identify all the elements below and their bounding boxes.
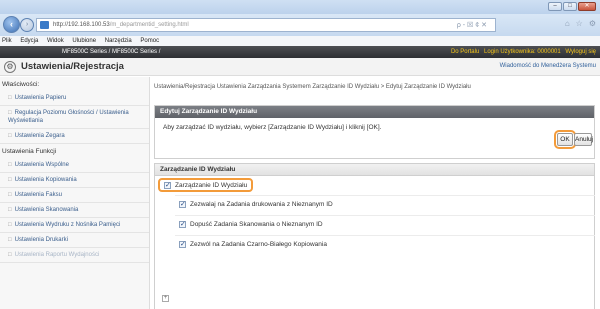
divider — [175, 215, 595, 216]
maximize-button[interactable]: □ — [563, 2, 577, 11]
department-id-label: Zarządzanie ID Wydziału — [175, 181, 248, 189]
sidebar-item-label: Ustawienia Raportu Wydajności — [14, 252, 100, 258]
settings-icon: ⚙ — [4, 61, 16, 73]
favorites-star-icon[interactable]: ☆ — [576, 19, 583, 28]
divider — [175, 195, 595, 196]
menu-view[interactable]: Widok — [47, 38, 64, 44]
portal-link[interactable]: Do Portalu — [451, 49, 479, 55]
menu-edit[interactable]: Edycja — [20, 38, 38, 44]
main-content: Ustawienia/Rejestracja Ustawienia Zarząd… — [150, 77, 600, 309]
bullet-icon: □ — [8, 192, 12, 198]
forward-button[interactable]: › — [20, 18, 34, 32]
bullet-icon: □ — [8, 237, 12, 243]
edit-panel: Edytuj Zarządzanie ID Wydziału Aby zarzą… — [154, 105, 595, 159]
allow-unknown-scan-option[interactable]: Dopuść Zadania Skanowania o Nieznanym ID — [179, 220, 323, 228]
department-id-panel: Zarządzanie ID Wydziału Zarządzanie ID W… — [154, 163, 595, 309]
browser-menubar: Plik Edycja Widok Ulubione Narzędzia Pom… — [0, 36, 600, 46]
sidebar-item-label: Ustawienia Drukarki — [14, 237, 68, 243]
url-path: /m_departmentid_setting.html — [109, 22, 189, 28]
bullet-icon: □ — [8, 252, 12, 258]
menu-file[interactable]: Plik — [2, 38, 12, 44]
expand-icon[interactable]: + — [162, 295, 169, 302]
page-header: ⚙ Ustawienia/Rejestracja Wiadomość do Me… — [0, 58, 600, 76]
back-button[interactable]: ‹ — [3, 16, 20, 33]
window-titlebar: – □ ✕ — [0, 0, 600, 14]
department-id-checkbox[interactable] — [164, 181, 171, 189]
allow-unknown-scan-label: Dopuść Zadania Skanowania o Nieznanym ID — [190, 221, 323, 228]
close-window-button[interactable]: ✕ — [578, 2, 596, 11]
allow-bw-copy-checkbox[interactable] — [179, 240, 186, 248]
bullet-icon: □ — [8, 95, 12, 101]
bullet-icon: □ — [8, 207, 12, 213]
cancel-button[interactable]: Anuluj — [574, 133, 593, 146]
menu-favorites[interactable]: Ulubione — [72, 38, 96, 44]
menu-tools[interactable]: Narzędzia — [105, 38, 132, 44]
allow-unknown-print-label: Zezwalaj na Zadania drukowania z Nieznan… — [190, 201, 333, 208]
sidebar-group-functions: Ustawienia Funkcji — [2, 148, 57, 155]
settings-gear-icon[interactable]: ⚙ — [589, 19, 596, 28]
allow-bw-copy-label: Zezwól na Zadania Czarno-Białego Kopiowa… — [190, 241, 327, 248]
admin-message-link[interactable]: Wiadomość do Menedżera Systemu — [500, 63, 596, 69]
bullet-icon: □ — [8, 162, 12, 168]
sidebar-group-properties: Właściwości: — [2, 81, 40, 88]
logout-link[interactable]: Wyloguj się — [565, 49, 596, 55]
breadcrumb: Ustawienia/Rejestracja Ustawienia Zarząd… — [154, 84, 471, 90]
allow-unknown-scan-checkbox[interactable] — [179, 220, 186, 228]
sidebar-item-clock[interactable]: □ Ustawienia Zegara — [0, 129, 149, 144]
sidebar-item-label: Ustawienia Skanowania — [14, 207, 79, 213]
browser-toolbar-icons: ⌂ ☆ ⚙ — [565, 19, 596, 28]
sidebar-item-label: Ustawienia Zegara — [14, 133, 65, 139]
device-model: MF8500C Series / MF8500C Series / — [62, 49, 161, 55]
sidebar-item-label: Ustawienia Papieru — [14, 95, 67, 101]
url-field[interactable]: http://192.168.100.53/m_departmentid_set… — [36, 18, 496, 32]
allow-unknown-print-option[interactable]: Zezwalaj na Zadania drukowania z Nieznan… — [179, 200, 333, 208]
bullet-icon: □ — [8, 133, 12, 139]
allow-bw-copy-option[interactable]: Zezwól na Zadania Czarno-Białego Kopiowa… — [179, 240, 327, 248]
page-title: Ustawienia/Rejestracja — [21, 61, 124, 72]
bullet-icon: □ — [8, 177, 12, 183]
header-links: Do Portalu Login Użytkownika: 0000001 Wy… — [448, 46, 596, 58]
sidebar-item-scan[interactable]: □ Ustawienia Skanowania — [0, 203, 149, 218]
department-id-management-option[interactable]: Zarządzanie ID Wydziału — [158, 178, 254, 192]
sidebar-item-fax[interactable]: □ Ustawienia Faksu — [0, 188, 149, 203]
sidebar-item-label: Ustawienia Wydruku z Nośnika Pamięci — [14, 222, 121, 228]
sidebar-item-common[interactable]: □ Ustawienia Wspólne — [0, 158, 149, 173]
instruction-text: Aby zarządzać ID wydziału, wybierz [Zarz… — [163, 124, 382, 131]
address-bar-area: ‹ › http://192.168.100.53/m_departmentid… — [0, 14, 600, 36]
sidebar-item-paper[interactable]: □ Ustawienia Papieru — [0, 91, 149, 106]
url-host: http://192.168.100.53 — [53, 22, 110, 28]
divider — [175, 235, 595, 236]
menu-help[interactable]: Pomoc — [140, 38, 159, 44]
home-icon[interactable]: ⌂ — [565, 19, 570, 28]
sidebar-item-label: Ustawienia Faksu — [14, 192, 62, 198]
ok-button[interactable]: OK — [557, 133, 573, 146]
bullet-icon: □ — [8, 110, 12, 116]
allow-unknown-print-checkbox[interactable] — [179, 200, 186, 208]
login-user: Login Użytkownika: 0000001 — [483, 49, 561, 55]
bullet-icon: □ — [8, 222, 12, 228]
device-header: MF8500C Series / MF8500C Series / Do Por… — [0, 46, 600, 58]
minimize-button[interactable]: – — [548, 2, 562, 11]
site-favicon-icon — [40, 21, 49, 29]
sidebar-item-report[interactable]: □ Ustawienia Raportu Wydajności — [0, 248, 149, 263]
edit-panel-title: Edytuj Zarządzanie ID Wydziału — [155, 106, 594, 118]
window-controls: – □ ✕ — [548, 2, 596, 11]
sidebar-item-label: Ustawienia Wspólne — [14, 162, 69, 168]
sidebar-item-copy[interactable]: □ Ustawienia Kopiowania — [0, 173, 149, 188]
section-title: Zarządzanie ID Wydziału — [155, 164, 594, 176]
sidebar: Właściwości: □ Ustawienia Papieru □ Regula… — [0, 77, 150, 309]
sidebar-item-label: Ustawienia Kopiowania — [14, 177, 77, 183]
url-tools[interactable]: ρ - ☒ ¢ ✕ — [457, 20, 487, 31]
sidebar-item-printer[interactable]: □ Ustawienia Drukarki — [0, 233, 149, 248]
sidebar-item-label: Regulacja Poziomu Głośności / Ustawienia… — [8, 110, 129, 124]
sidebar-item-memory-print[interactable]: □ Ustawienia Wydruku z Nośnika Pamięci — [0, 218, 149, 233]
sidebar-item-volume-display[interactable]: □ Regulacja Poziomu Głośności / Ustawieni… — [0, 106, 149, 129]
